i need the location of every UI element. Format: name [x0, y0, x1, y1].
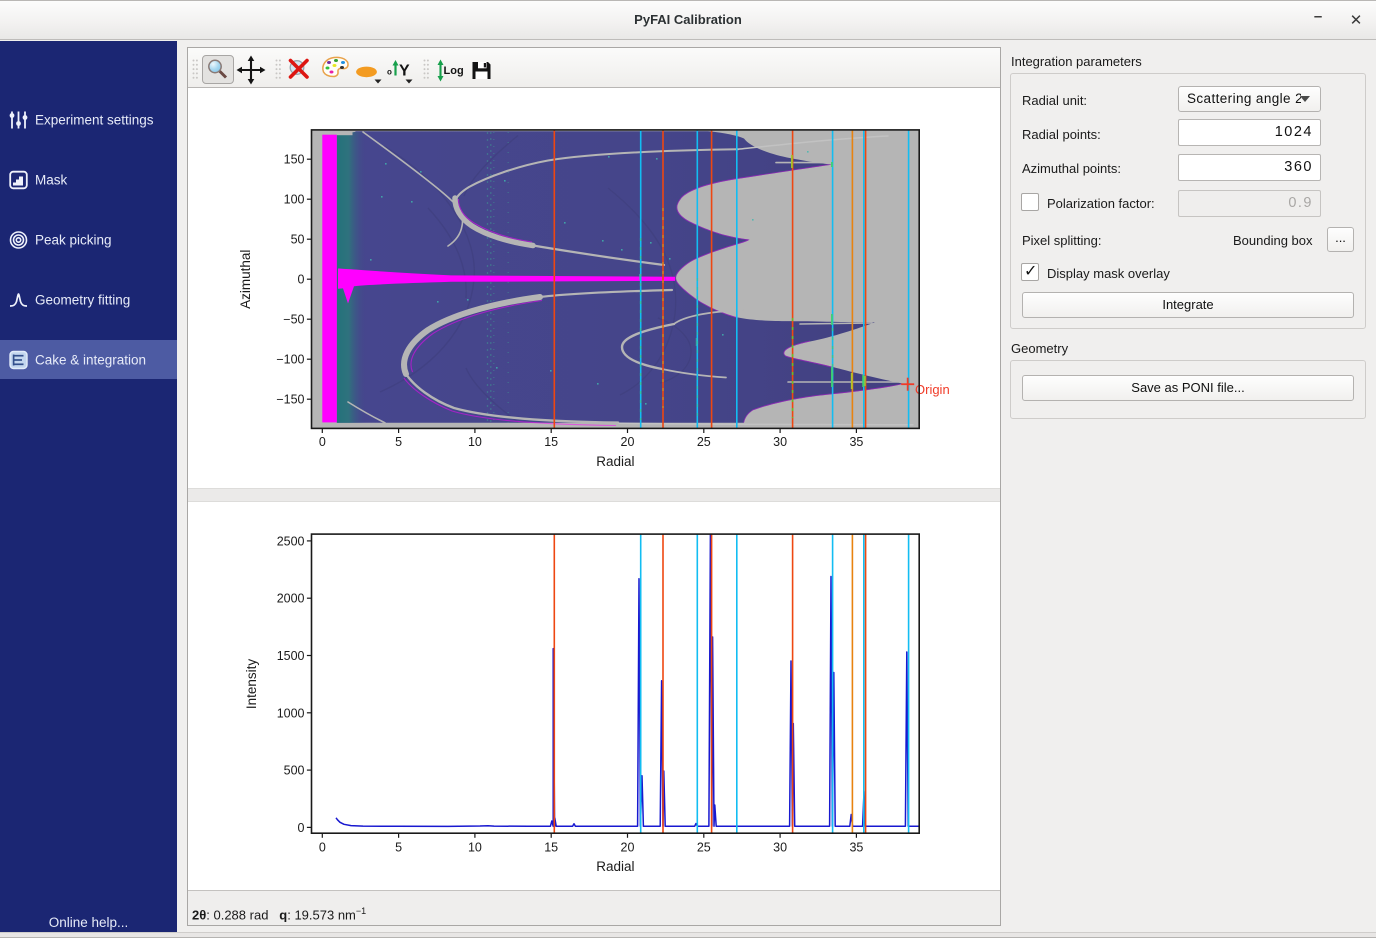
svg-text:15: 15: [544, 841, 558, 855]
svg-text:0: 0: [298, 273, 305, 287]
svg-text:Radial: Radial: [596, 454, 634, 469]
svg-text:0: 0: [319, 841, 326, 855]
svg-text:25: 25: [697, 841, 711, 855]
svg-text:5: 5: [395, 435, 402, 449]
svg-text:30: 30: [773, 435, 787, 449]
svg-text:o: o: [387, 68, 392, 77]
svg-text:Azimuthal: Azimuthal: [238, 250, 253, 309]
svg-text:20: 20: [621, 435, 635, 449]
svg-text:Log: Log: [444, 65, 464, 77]
svg-text:1000: 1000: [277, 706, 305, 720]
svg-text:35: 35: [849, 841, 863, 855]
svg-text:5: 5: [395, 841, 402, 855]
svg-text:20: 20: [621, 841, 635, 855]
svg-text:−50: −50: [283, 313, 304, 327]
svg-text:Y: Y: [399, 63, 410, 80]
svg-text:100: 100: [284, 193, 305, 207]
svg-text:Intensity: Intensity: [244, 659, 259, 710]
svg-text:10: 10: [468, 435, 482, 449]
svg-text:−100: −100: [276, 353, 304, 367]
svg-text:0: 0: [319, 435, 326, 449]
svg-text:150: 150: [284, 153, 305, 167]
svg-text:Radial: Radial: [596, 859, 634, 874]
svg-text:10: 10: [468, 841, 482, 855]
svg-text:500: 500: [284, 764, 305, 778]
svg-text:0: 0: [298, 821, 305, 835]
svg-text:Origin: Origin: [915, 382, 950, 397]
svg-text:2500: 2500: [277, 534, 305, 548]
svg-text:15: 15: [544, 435, 558, 449]
svg-text:2000: 2000: [277, 592, 305, 606]
svg-text:50: 50: [291, 233, 305, 247]
svg-text:35: 35: [849, 435, 863, 449]
svg-text:1500: 1500: [277, 649, 305, 663]
svg-text:30: 30: [773, 841, 787, 855]
svg-text:−150: −150: [276, 393, 304, 407]
svg-text:25: 25: [697, 435, 711, 449]
